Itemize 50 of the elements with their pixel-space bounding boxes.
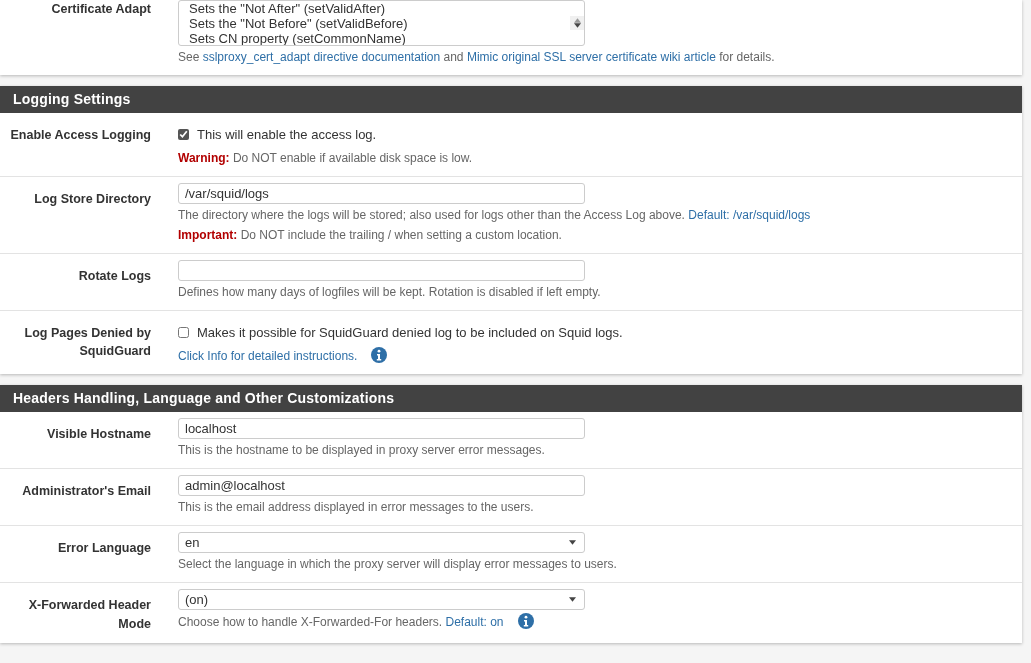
field-label: Error Language <box>57 541 151 555</box>
field-label: Administrator's Email <box>22 484 151 498</box>
scroll-down-icon <box>573 23 581 28</box>
field-label: Enable Access Logging <box>10 128 151 142</box>
info-icon[interactable] <box>371 347 388 363</box>
section-header: Logging Settings <box>0 86 1022 113</box>
scrollbar[interactable] <box>570 16 584 30</box>
section-header: Headers Handling, Language and Other Customizations <box>0 385 1022 412</box>
checkbox[interactable] <box>178 129 189 141</box>
field-label: Rotate Logs <box>78 268 151 283</box>
checkbox-label: Makes it possible for SquidGuard denied log to be included on Squid logs. <box>197 323 623 342</box>
info-icon[interactable] <box>517 613 534 629</box>
dropdown[interactable]: en <box>178 532 585 553</box>
help-text: Do NOT include the trailing / when setting a custom location. <box>240 227 562 242</box>
help-link[interactable]: Default: on <box>445 615 504 629</box>
warning-label: Warning: <box>178 150 230 165</box>
help-text: The directory where the logs will be stored; also used for logs other than the Access Log above. <box>178 207 685 222</box>
checkbox[interactable] <box>178 326 189 338</box>
scroll-up-icon <box>573 18 581 23</box>
caret-icon <box>569 597 576 602</box>
dropdown[interactable]: (on) <box>178 589 585 610</box>
help-link[interactable]: Mimic original SSL server certificate wiki article <box>466 50 716 64</box>
help-text: for details. <box>719 50 775 64</box>
help-text: Select the language in which the proxy server will display error messages to users. <box>178 557 617 571</box>
text-field[interactable] <box>178 259 585 281</box>
text-field[interactable]: /var/squid/logs <box>178 182 585 204</box>
caret-icon <box>569 540 576 545</box>
text-field[interactable]: admin@localhost <box>178 475 585 496</box>
text-field[interactable]: localhost <box>178 418 585 439</box>
help-text: Defines how many days of logfiles will be kept. Rotation is disabled if left empty. <box>178 284 601 299</box>
help-text: and <box>443 50 464 64</box>
field-label: X-Forwarded Header Mode <box>28 598 151 631</box>
list-option[interactable]: Sets CN property (setCommonName) <box>189 30 570 45</box>
list-option[interactable]: Sets the "Not After" (setValidAfter) <box>189 1 570 16</box>
help-text: Choose how to handle X-Forwarded-For headers. <box>178 615 443 629</box>
list-option[interactable]: Sets the "Not Before" (setValidBefore) <box>189 15 570 31</box>
list-box[interactable]: Sets the "Not After" (setValidAfter) Sets the "Not Before" (setValidBefore) Sets CN property (setCommonName) <box>178 0 585 46</box>
checkbox-label: This will enable the access log. <box>197 126 377 144</box>
help-link[interactable]: Default: /var/squid/logs <box>688 207 811 222</box>
field-label: Certificate Adapt <box>51 2 151 16</box>
field-label: Log Pages Denied by SquidGuard <box>24 325 151 359</box>
help-text: This is the hostname to be displayed in proxy server error messages. <box>178 443 545 457</box>
warning-label: Important: <box>178 227 238 242</box>
field-label: Log Store Directory <box>34 191 151 206</box>
help-link[interactable]: Click Info for detailed instructions. <box>178 349 358 363</box>
field-label: Visible Hostname <box>47 427 151 441</box>
help-text: Do NOT enable if available disk space is low. <box>232 150 473 165</box>
help-text: See <box>178 50 200 64</box>
help-text: This is the email address displayed in error messages to the users. <box>178 500 534 514</box>
help-link[interactable]: sslproxy_cert_adapt directive documentation <box>202 50 441 64</box>
